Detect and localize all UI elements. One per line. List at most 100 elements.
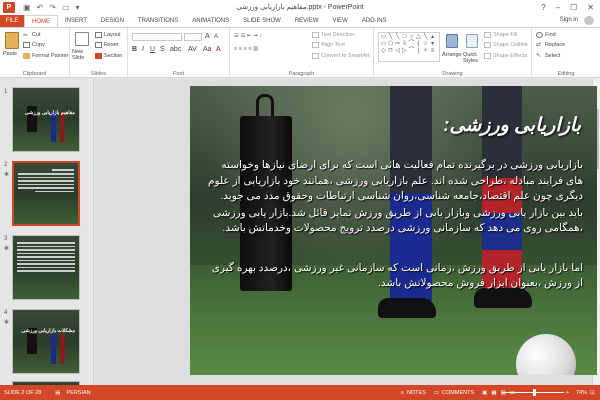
tab-file[interactable]: FILE	[0, 15, 24, 27]
line-shape-icon[interactable]: ╲	[394, 34, 401, 41]
textbox-shape-icon[interactable]: ▭	[380, 34, 387, 41]
section-button[interactable]: Section	[95, 53, 122, 59]
shapes-gallery[interactable]: ▭ ╲ ╲ □ ○ △ ╲ ▴ ▭ ⬠ ⇨ ⇩ ⌒ { ☆ ▾ ◇ ⊓ ◁ ▷ …	[378, 32, 440, 62]
shape-icon[interactable]: ⌒	[408, 48, 415, 55]
shape-icon[interactable]: ✧	[422, 48, 429, 55]
shape-icon[interactable]: ▷	[401, 48, 408, 55]
font-name-box[interactable]	[132, 33, 182, 41]
fit-slide-icon[interactable]: ⊡	[590, 390, 595, 396]
tab-transitions[interactable]: TRANSITIONS	[131, 15, 185, 27]
new-slide-button[interactable]: New Slide	[72, 49, 94, 61]
account-icon[interactable]	[584, 16, 594, 25]
slide-thumbnail-2[interactable]	[12, 161, 80, 226]
shape-fill-button[interactable]: Shape Fill	[484, 32, 517, 38]
callout-shape-icon[interactable]: ◇	[380, 48, 387, 55]
scroll-up-icon[interactable]: ▴	[429, 34, 436, 41]
maximize-icon[interactable]: ☐	[570, 3, 577, 12]
tab-home[interactable]: HOME	[24, 15, 58, 27]
star-shape-icon[interactable]: ☆	[422, 41, 429, 48]
brace-shape-icon[interactable]: {	[415, 41, 422, 48]
underline-icon[interactable]: U	[150, 46, 155, 53]
oval-shape-icon[interactable]: ○	[408, 34, 415, 41]
slide-thumbnail-4[interactable]: مشکلات بازاریابی ورزشی	[12, 309, 80, 374]
change-case-icon[interactable]: Aa	[203, 46, 212, 53]
select-button[interactable]: ↖ Select	[536, 53, 560, 59]
shape-icon[interactable]: }	[415, 48, 422, 55]
arrow-shape-icon[interactable]: ⇩	[401, 41, 408, 48]
align-icons[interactable]: ≡ ≡ ≡ ≡ ▥	[234, 46, 258, 52]
font-size-box[interactable]	[184, 33, 202, 41]
shrink-font-icon[interactable]: A	[214, 34, 218, 40]
current-slide[interactable]: بازاریابی ورزشی: بازاریابی ورزشی در برگی…	[190, 86, 597, 375]
shadow-icon[interactable]: S	[160, 46, 165, 53]
minimize-icon[interactable]: –	[556, 3, 560, 12]
normal-view-icon[interactable]: ▣	[482, 390, 487, 396]
slide-body-text[interactable]: بازاریابی ورزشی در برگیرنده تمام فعالیت …	[206, 158, 583, 293]
notes-button[interactable]: ≡ NOTES	[401, 390, 426, 396]
paste-icon[interactable]	[5, 32, 19, 49]
new-slide-icon[interactable]	[75, 32, 89, 46]
pentagon-shape-icon[interactable]: ⬠	[387, 41, 394, 48]
zoom-level[interactable]: 74%	[576, 390, 587, 396]
redo-icon[interactable]: ↷	[49, 3, 56, 12]
shape-icon[interactable]: ⊓	[387, 48, 394, 55]
slide-title[interactable]: بازاریابی ورزشی:	[443, 114, 581, 137]
line-shape-icon[interactable]: ╲	[422, 34, 429, 41]
scroll-down-icon[interactable]: ▾	[429, 41, 436, 48]
comments-button[interactable]: ▭ COMMENTS	[434, 390, 474, 396]
format-painter-button[interactable]: Format Painter	[23, 53, 68, 59]
tab-design[interactable]: DESIGN	[94, 15, 131, 27]
shape-effects-button[interactable]: Shape Effects	[484, 53, 527, 59]
tab-view[interactable]: VIEW	[326, 15, 355, 27]
slide-thumbnail-1[interactable]: مفاهیم بازاریابی ورزشی	[12, 87, 80, 152]
quick-styles-icon[interactable]	[466, 34, 478, 48]
rectangle-shape-icon[interactable]: ▭	[380, 41, 387, 48]
character-spacing-icon[interactable]: AV	[188, 46, 197, 53]
line-shape-icon[interactable]: ╲	[387, 34, 394, 41]
undo-icon[interactable]: ↶	[37, 3, 44, 12]
strikethrough-icon[interactable]: abc	[170, 46, 181, 53]
paste-button[interactable]: Paste	[3, 51, 17, 57]
tab-add-ins[interactable]: ADD-INS	[355, 15, 394, 27]
tab-slide-show[interactable]: SLIDE SHOW	[236, 15, 288, 27]
align-text-button[interactable]: Align Text	[312, 42, 345, 48]
help-icon[interactable]: ?	[541, 3, 545, 12]
arrange-icon[interactable]	[446, 34, 458, 48]
arrange-button[interactable]: Arrange	[442, 52, 462, 58]
customize-qat-icon[interactable]: ▾	[76, 3, 80, 12]
shape-icon[interactable]: ◁	[394, 48, 401, 55]
close-icon[interactable]: ✕	[587, 3, 594, 12]
save-icon[interactable]: ▣	[23, 3, 31, 12]
slide-thumbnails-panel[interactable]: 1 مفاهیم بازاریابی ورزشی 2 ✱ 3 ✱ 4 ✱ مشک…	[0, 79, 94, 387]
quick-styles-button[interactable]: Quick Styles	[463, 52, 483, 64]
curve-shape-icon[interactable]: ⌒	[408, 41, 415, 48]
sign-in-link[interactable]: Sign in	[560, 17, 578, 23]
cut-button[interactable]: ✂ Cut	[23, 32, 41, 39]
zoom-in-icon[interactable]: +	[566, 390, 569, 396]
slide-thumbnail-3[interactable]	[12, 235, 80, 300]
reset-button[interactable]: Reset	[95, 42, 118, 48]
copy-button[interactable]: Copy	[23, 42, 45, 48]
text-direction-button[interactable]: Text Direction	[312, 32, 354, 38]
replace-button[interactable]: ⇄ Replace	[536, 42, 565, 48]
tab-review[interactable]: REVIEW	[288, 15, 326, 27]
bold-icon[interactable]: B	[132, 46, 137, 53]
convert-smartart-button[interactable]: Convert to SmartArt	[312, 53, 370, 59]
start-icon[interactable]: ▭	[62, 3, 70, 12]
shape-outline-button[interactable]: Shape Outline	[484, 42, 528, 48]
tab-insert[interactable]: INSERT	[58, 15, 94, 27]
italic-icon[interactable]: I	[142, 46, 144, 53]
language-indicator[interactable]: PERSIAN	[67, 390, 91, 396]
triangle-shape-icon[interactable]: △	[415, 34, 422, 41]
arrow-shape-icon[interactable]: ⇨	[394, 41, 401, 48]
layout-button[interactable]: Layout	[95, 32, 121, 38]
font-color-icon[interactable]: A	[216, 46, 221, 53]
zoom-slider-knob[interactable]	[533, 389, 536, 396]
rectangle-shape-icon[interactable]: □	[401, 34, 408, 41]
grow-font-icon[interactable]: A	[205, 33, 210, 40]
spellcheck-icon[interactable]: ▤	[55, 390, 60, 396]
slide-sorter-icon[interactable]: ▦	[491, 390, 496, 396]
bullets-icon[interactable]: ☰ ☰ ⇤ ⇥ ↕	[234, 33, 262, 39]
tab-animations[interactable]: ANIMATIONS	[185, 15, 236, 27]
more-shapes-icon[interactable]: ≡	[429, 48, 436, 55]
